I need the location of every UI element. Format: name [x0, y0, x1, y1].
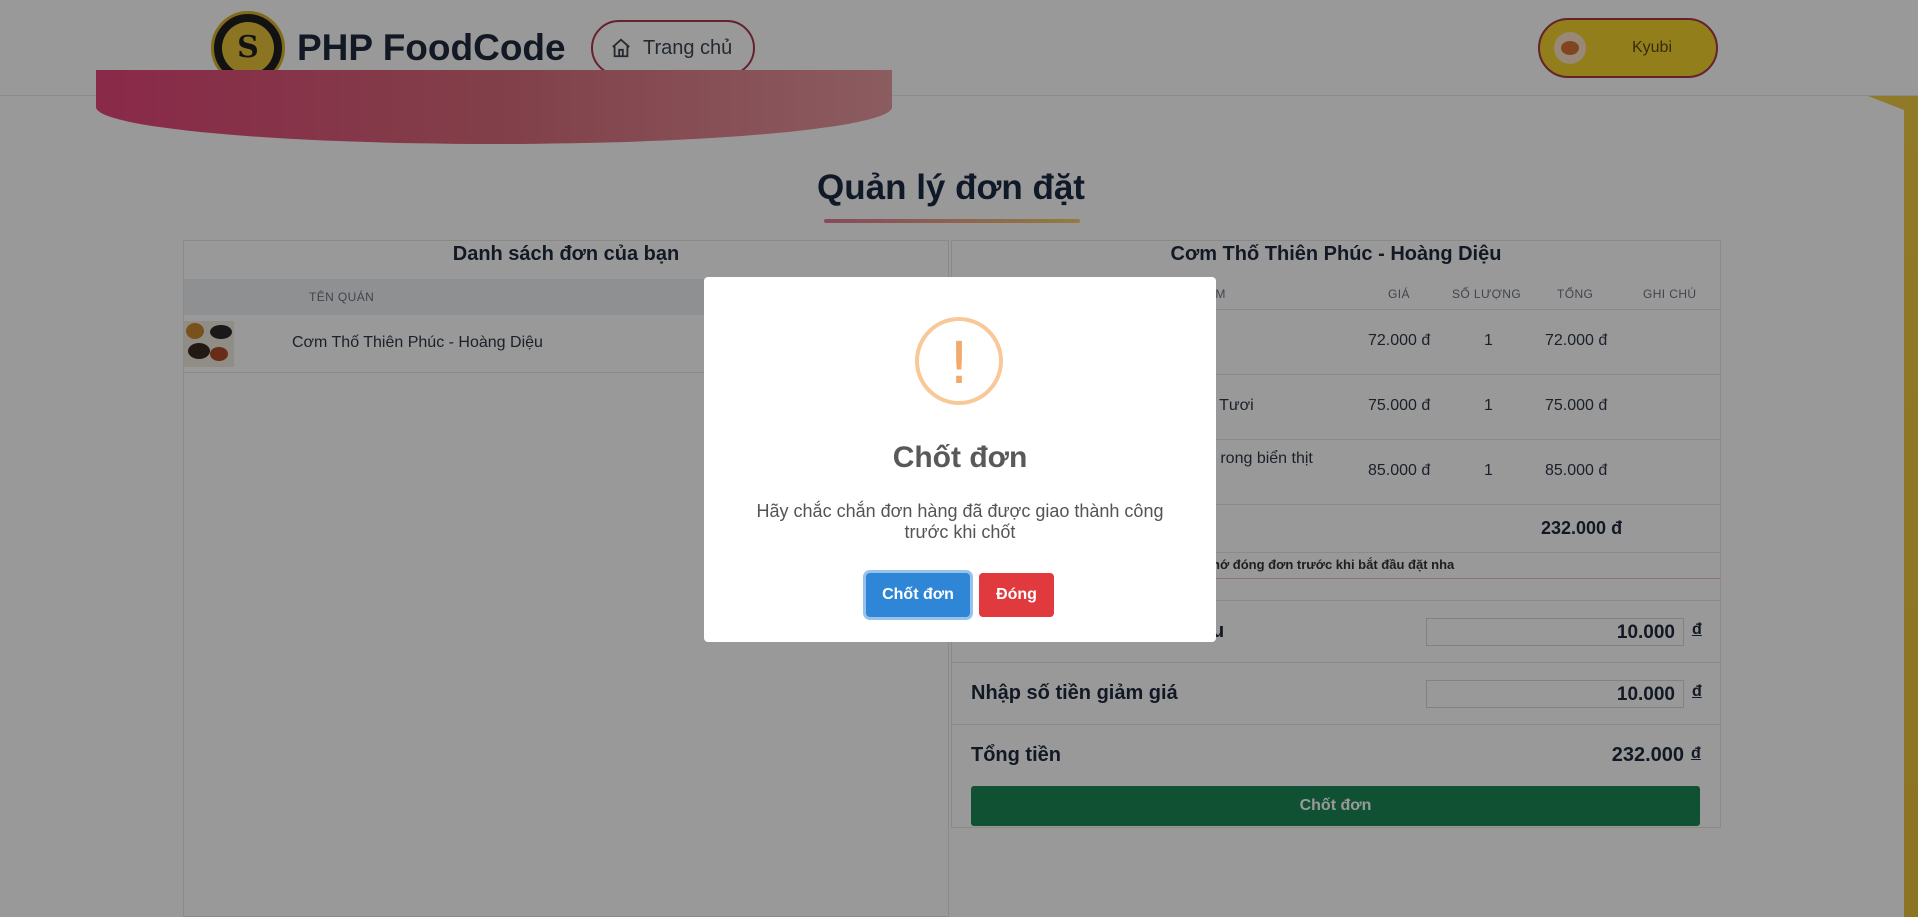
close-button[interactable]: Đóng	[979, 573, 1054, 617]
dialog-title: Chốt đơn	[892, 441, 1028, 474]
confirm-button[interactable]: Chốt đơn	[866, 573, 970, 617]
warning-mark: !	[947, 329, 971, 397]
dialog-message: Hãy chắc chắn đơn hàng đã được giao thàn…	[756, 501, 1164, 542]
confirm-dialog: ! Chốt đơn Hãy chắc chắn đơn hàng đã đượ…	[704, 277, 1216, 642]
warning-icon: !	[915, 317, 1003, 405]
